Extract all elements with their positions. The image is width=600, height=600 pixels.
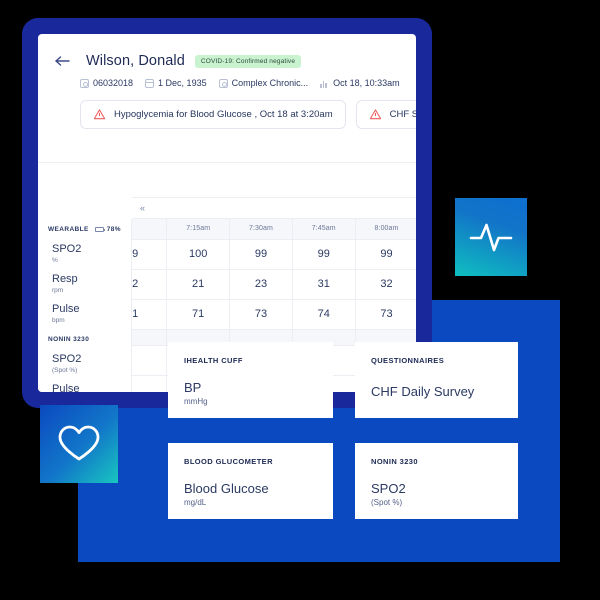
vital-cell: 99 xyxy=(355,239,416,270)
device-card-ihealth-cuff[interactable]: IHEALTH CUFF BP mmHg xyxy=(168,342,333,418)
vital-cell-clipped: 2 xyxy=(132,269,168,300)
vital-cell: 99 xyxy=(229,239,293,270)
device-card-unit: mmHg xyxy=(184,397,208,407)
group-header-wearable: WEARABLE 78% xyxy=(38,219,131,239)
metric-unit: rpm xyxy=(52,286,64,294)
composite-scene: Wilson, Donald COVID-19: Confirmed negat… xyxy=(0,0,600,600)
alert-label: Hypoglycemia for Blood Glucose , Oct 18 … xyxy=(114,109,333,120)
table-row: 9 100 99 99 99 99 100 xyxy=(132,239,416,270)
device-card-metric: BP xyxy=(184,380,202,395)
device-card-unit: (Spot %) xyxy=(371,498,403,508)
metric-row-spo2: SPO2 % xyxy=(38,239,131,269)
vital-cell: 21 xyxy=(166,269,231,300)
pulse-tile xyxy=(455,198,527,276)
metric-label-sidebar: WEARABLE 78% SPO2 % Resp rpm Pulse bpm N… xyxy=(38,219,132,392)
vital-cell: 32 xyxy=(355,269,416,300)
device-card-metric: Blood Glucose xyxy=(184,481,269,496)
vital-cell: 74 xyxy=(292,299,356,330)
metric-name: Pulse xyxy=(52,303,80,316)
vital-cell: 100 xyxy=(166,239,231,270)
heart-outline-icon xyxy=(58,425,100,461)
patient-meta-id-label: 06032018 xyxy=(93,78,134,88)
group-header-nonin: NONIN 3230 xyxy=(38,329,131,349)
vital-cell: 73 xyxy=(229,299,293,330)
metric-row-pulse: Pulse bpm xyxy=(38,299,131,329)
group-header-label: NONIN 3230 xyxy=(48,335,90,343)
metric-row-spo2-spot: SPO2 (Spot %) xyxy=(38,349,131,379)
patient-meta-dob: 1 Dec, 1935 xyxy=(145,78,207,88)
vital-cell xyxy=(132,375,168,392)
battery-level-label: 78% xyxy=(106,225,121,233)
device-card-metric: CHF Daily Survey xyxy=(371,384,475,399)
metric-name: Pulse xyxy=(52,383,80,392)
pulse-waveform-icon xyxy=(469,223,513,252)
metric-unit: % xyxy=(52,256,58,264)
patient-meta-updated-label: Oct 18, 10:33am xyxy=(333,78,400,88)
metric-unit: (Spot %) xyxy=(52,366,78,374)
warning-triangle-icon xyxy=(93,109,106,120)
time-column-header-clipped xyxy=(132,219,168,240)
patient-name: Wilson, Donald xyxy=(86,53,185,69)
metric-row-resp: Resp rpm xyxy=(38,269,131,299)
collapse-columns-button[interactable]: « xyxy=(140,203,145,213)
metric-name: Resp xyxy=(52,273,78,286)
vital-cell: 99 xyxy=(292,239,356,270)
warning-triangle-icon xyxy=(369,109,381,120)
device-card-title: QUESTIONNAIRES xyxy=(371,356,445,365)
alert-label: CHF Surve xyxy=(389,109,416,120)
group-header-label: WEARABLE xyxy=(48,225,89,233)
vital-cell: 31 xyxy=(292,269,356,300)
device-card-title: BLOOD GLUCOMETER xyxy=(184,457,273,466)
vital-cell: 23 xyxy=(229,269,293,300)
table-header-row: 7:15am 7:30am 7:45am 8:00am 8:15am 8:30a… xyxy=(132,219,416,240)
patient-title-row: Wilson, Donald COVID-19: Confirmed negat… xyxy=(54,52,400,70)
heart-tile xyxy=(40,405,118,483)
time-column-header: 7:45am xyxy=(292,219,356,240)
device-card-title: NONIN 3230 xyxy=(371,457,418,466)
device-card-nonin-3230[interactable]: NONIN 3230 SPO2 (Spot %) xyxy=(355,443,518,519)
alert-chip-chf[interactable]: CHF Surve xyxy=(355,100,416,129)
vital-cell xyxy=(132,345,168,376)
vital-cell-clipped: 1 xyxy=(132,299,168,330)
device-card-questionnaires[interactable]: QUESTIONNAIRES CHF Daily Survey xyxy=(355,342,518,418)
battery-indicator: 78% xyxy=(94,225,121,233)
time-column-header: 8:00am xyxy=(355,219,416,240)
alerts-row: Hypoglycemia for Blood Glucose , Oct 18 … xyxy=(54,100,416,129)
table-collapse-bar: « xyxy=(132,197,416,219)
patient-meta-program: Complex Chronic... xyxy=(218,78,309,88)
covid-status-badge: COVID-19: Confirmed negative xyxy=(194,54,302,68)
app-window: Wilson, Donald COVID-19: Confirmed negat… xyxy=(38,34,416,392)
metric-row-pulse-spot: Pulse (Spot bpm) xyxy=(38,379,131,392)
patient-header: Wilson, Donald COVID-19: Confirmed negat… xyxy=(38,34,416,129)
device-card-blood-glucometer[interactable]: BLOOD GLUCOMETER Blood Glucose mg/dL xyxy=(168,443,333,519)
time-column-header: 7:30am xyxy=(229,219,293,240)
device-card-unit: mg/dL xyxy=(184,498,207,508)
calendar-icon xyxy=(145,78,155,88)
metric-name: SPO2 xyxy=(52,243,82,256)
bar-chart-icon xyxy=(320,79,329,88)
alert-chip-hypoglycemia[interactable]: Hypoglycemia for Blood Glucose , Oct 18 … xyxy=(80,100,346,129)
patient-meta-id: 06032018 xyxy=(80,78,133,88)
table-row: 1 71 73 74 73 71 72 xyxy=(132,299,416,330)
vital-cell: 73 xyxy=(355,299,416,330)
patient-meta-updated: Oct 18, 10:33am xyxy=(320,78,400,88)
id-card-icon xyxy=(80,78,89,88)
device-card-metric: SPO2 xyxy=(371,481,406,496)
metric-unit: bpm xyxy=(52,316,65,324)
arrow-left-icon[interactable] xyxy=(54,52,72,70)
battery-icon xyxy=(94,226,106,232)
time-column-header: 7:15am xyxy=(166,219,231,240)
device-card-title: IHEALTH CUFF xyxy=(184,356,243,365)
vital-cell-clipped: 9 xyxy=(132,239,168,270)
patient-meta-dob-label: 1 Dec, 1935 xyxy=(158,78,207,88)
patient-meta-row: 06032018 1 Dec, 1935 Complex Chronic... … xyxy=(54,78,400,88)
vital-cell: 71 xyxy=(166,299,231,330)
id-card-icon xyxy=(218,78,228,88)
patient-meta-program-label: Complex Chronic... xyxy=(231,78,309,88)
table-row: 2 21 23 31 32 26 21 xyxy=(132,269,416,300)
metric-name: SPO2 xyxy=(52,353,82,366)
